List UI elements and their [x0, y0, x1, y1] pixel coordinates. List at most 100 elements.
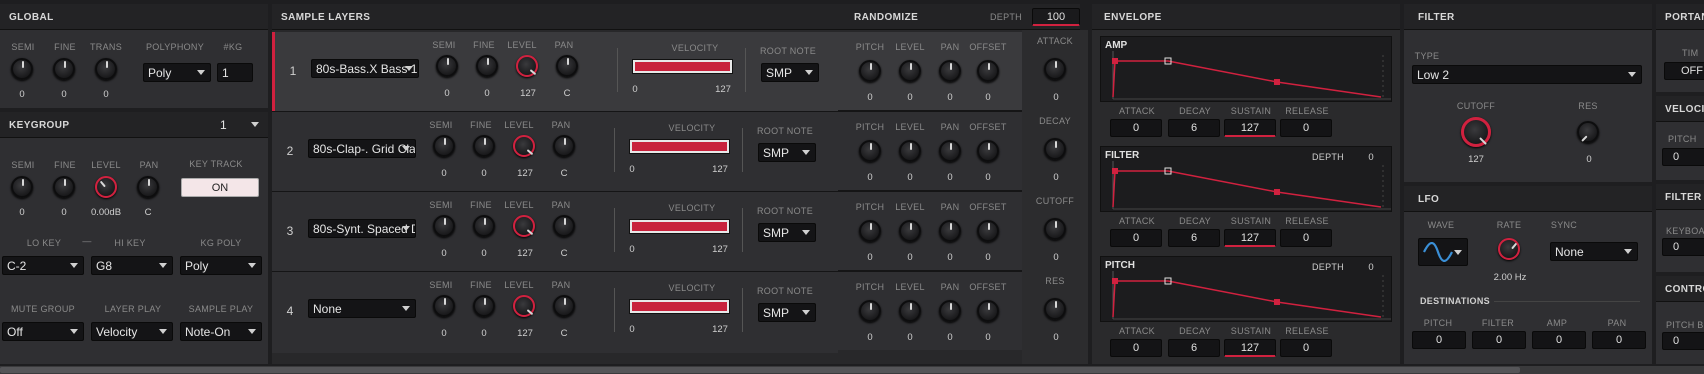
layer-velocity-range-bar[interactable]	[629, 139, 730, 154]
randomize-depth-field[interactable]: 100	[1032, 8, 1080, 26]
dest-amp-field[interactable]: 0	[1532, 331, 1586, 349]
layer-semi-knob[interactable]	[433, 215, 455, 237]
root-note-dropdown[interactable]: SMP	[761, 63, 819, 82]
layer-sample-dropdown[interactable]: None	[308, 299, 416, 318]
keyboard-field[interactable]: 0	[1662, 238, 1704, 256]
layer-sample-dropdown[interactable]: 80s-Synt. Spaced D	[308, 219, 416, 238]
root-note-dropdown[interactable]: SMP	[758, 303, 816, 322]
polyphony-dropdown[interactable]: Poly	[143, 63, 211, 82]
filter-type-dropdown[interactable]: Low 2	[1412, 65, 1642, 84]
rand-offset-knob[interactable]	[977, 60, 999, 82]
env-release-field[interactable]: 0	[1280, 229, 1332, 247]
env-release-field[interactable]: 0	[1280, 339, 1332, 357]
layer-fine-knob[interactable]	[473, 135, 495, 157]
rand-side-knob[interactable]	[1044, 218, 1066, 240]
cutoff-knob[interactable]	[1461, 117, 1491, 147]
kg-semi-knob[interactable]	[11, 176, 33, 198]
key-track-toggle[interactable]: ON	[181, 178, 259, 197]
sample-layer-row[interactable]: 1 80s-Bass.X Bass 1 D SEMI FINE LEVEL PAN 0 0 12…	[272, 32, 838, 113]
res-knob[interactable]	[1577, 121, 1599, 143]
kg-count-field[interactable]: 1	[217, 63, 253, 82]
layer-velocity-range-bar[interactable]	[632, 59, 733, 74]
rand-offset-knob[interactable]	[977, 220, 999, 242]
envelope-graph[interactable]: FILTER DEPTH 0	[1100, 146, 1392, 212]
layer-fine-knob[interactable]	[473, 295, 495, 317]
dest-pitch-field[interactable]: 0	[1412, 331, 1466, 349]
layer-sample-dropdown[interactable]: 80s-Clap-. Grid Clap	[308, 139, 416, 158]
lo-key-dropdown[interactable]: C-2	[2, 256, 84, 275]
layer-level-knob[interactable]	[513, 295, 535, 317]
envelope-graph[interactable]: PITCH DEPTH 0	[1100, 256, 1392, 322]
env-release-field[interactable]: 0	[1280, 119, 1332, 137]
layer-fine-knob[interactable]	[476, 55, 498, 77]
layer-level-knob[interactable]	[513, 215, 535, 237]
layer-pan-knob[interactable]	[553, 135, 575, 157]
rand-pan-knob[interactable]	[939, 60, 961, 82]
env-attack-field[interactable]: 0	[1110, 119, 1162, 137]
layer-pan-knob[interactable]	[553, 295, 575, 317]
env-attack-field[interactable]: 0	[1110, 339, 1162, 357]
dest-pan-field[interactable]: 0	[1592, 331, 1646, 349]
global-fine-knob[interactable]	[53, 58, 75, 80]
root-note-dropdown[interactable]: SMP	[758, 223, 816, 242]
sample-play-dropdown[interactable]: Note-On	[180, 322, 262, 341]
rand-level-knob[interactable]	[899, 140, 921, 162]
kg-level-knob[interactable]	[95, 176, 117, 198]
env-decay-field[interactable]: 6	[1168, 339, 1220, 357]
rand-level-knob[interactable]	[899, 300, 921, 322]
layer-level-knob[interactable]	[513, 135, 535, 157]
hi-key-dropdown[interactable]: G8	[91, 256, 173, 275]
lfo-rate-knob[interactable]	[1498, 238, 1520, 260]
env-decay-field[interactable]: 6	[1168, 229, 1220, 247]
rand-level-knob[interactable]	[899, 220, 921, 242]
env-sustain-field[interactable]: 127	[1224, 229, 1276, 247]
dest-filter-field[interactable]: 0	[1472, 331, 1526, 349]
mute-group-dropdown[interactable]: Off	[2, 322, 84, 341]
wave-dropdown[interactable]	[1418, 238, 1468, 266]
layer-velocity-range-bar[interactable]	[629, 299, 730, 314]
layer-play-dropdown[interactable]: Velocity	[91, 322, 173, 341]
layer-velocity-range-bar[interactable]	[629, 219, 730, 234]
sync-dropdown[interactable]: None	[1550, 242, 1638, 261]
scrollbar-thumb[interactable]	[0, 367, 1520, 373]
env-attack-field[interactable]: 0	[1110, 229, 1162, 247]
global-trans-knob[interactable]	[95, 58, 117, 80]
rand-side-knob[interactable]	[1044, 138, 1066, 160]
layer-fine-knob[interactable]	[473, 215, 495, 237]
rand-side-knob[interactable]	[1044, 298, 1066, 320]
layer-semi-knob[interactable]	[436, 55, 458, 77]
rand-pitch-knob[interactable]	[859, 220, 881, 242]
layer-pan-knob[interactable]	[553, 215, 575, 237]
bottom-scrollbar[interactable]	[0, 366, 1704, 374]
layer-level-knob[interactable]	[516, 55, 538, 77]
rand-side-knob[interactable]	[1044, 58, 1066, 80]
rand-pan-knob[interactable]	[939, 300, 961, 322]
layer-semi-knob[interactable]	[433, 135, 455, 157]
envelope-graph[interactable]: AMP	[1100, 36, 1392, 102]
sample-layer-row[interactable]: 3 80s-Synt. Spaced D SEMI FINE LEVEL PAN 0 0 127…	[272, 192, 838, 273]
rand-offset-knob[interactable]	[977, 140, 999, 162]
global-semi-knob[interactable]	[11, 58, 33, 80]
rand-pitch-knob[interactable]	[859, 60, 881, 82]
pitch-bend-field[interactable]: 0	[1662, 332, 1704, 350]
rand-pitch-knob[interactable]	[859, 140, 881, 162]
rand-pitch-knob[interactable]	[859, 300, 881, 322]
keygroup-selector[interactable]: 1	[216, 116, 264, 135]
env-decay-field[interactable]: 6	[1168, 119, 1220, 137]
sample-layer-row[interactable]: 2 80s-Clap-. Grid Clap SEMI FINE LEVEL PAN 0 0 1…	[272, 112, 838, 193]
kg-fine-knob[interactable]	[53, 176, 75, 198]
rand-level-knob[interactable]	[899, 60, 921, 82]
rand-pan-knob[interactable]	[939, 220, 961, 242]
layer-sample-dropdown[interactable]: 80s-Bass.X Bass 1 D	[311, 59, 419, 78]
layer-pan-knob[interactable]	[556, 55, 578, 77]
velocity-pitch-field[interactable]: 0	[1662, 148, 1704, 166]
rand-offset-knob[interactable]	[977, 300, 999, 322]
rand-pan-knob[interactable]	[939, 140, 961, 162]
env-sustain-field[interactable]: 127	[1224, 119, 1276, 137]
portamento-off-field[interactable]: OFF	[1664, 62, 1704, 80]
root-note-dropdown[interactable]: SMP	[758, 143, 816, 162]
env-sustain-field[interactable]: 127	[1224, 339, 1276, 357]
sample-layer-row[interactable]: 4 None SEMI FINE LEVEL PAN 0 0 127 C VELOCITY 0 127 R…	[272, 272, 838, 353]
kg-poly-dropdown[interactable]: Poly	[180, 256, 262, 275]
kg-pan-knob[interactable]	[137, 176, 159, 198]
